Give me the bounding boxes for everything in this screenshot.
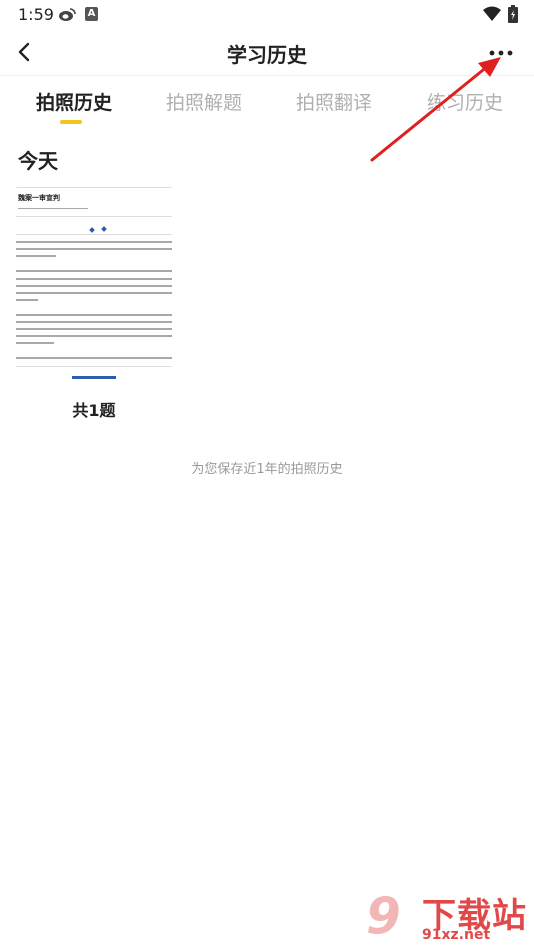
app-a-icon: A — [85, 7, 98, 21]
status-bar: 1:59 A — [0, 0, 534, 30]
thumb-text-line — [16, 321, 172, 323]
thumb-text-line — [16, 314, 172, 316]
thumb-text-line — [16, 255, 56, 257]
thumb-text-line — [16, 278, 172, 280]
thumb-text-line — [16, 292, 172, 294]
retention-note: 为您保存近1年的拍照历史 — [191, 462, 343, 477]
battery-icon — [508, 5, 518, 23]
weibo-icon — [59, 8, 76, 21]
thumbnail-title: 魏案一审宣判 — [18, 194, 60, 202]
thumb-text-line — [16, 248, 172, 250]
thumb-text-line — [16, 335, 172, 337]
wifi-icon — [483, 6, 501, 21]
section-heading: 今天 — [18, 149, 58, 173]
thumb-text-line — [16, 299, 38, 301]
thumb-text-line — [16, 270, 172, 272]
history-item-thumbnail[interactable]: 魏案一审宣判 — [16, 186, 172, 388]
thumb-bar — [72, 376, 116, 379]
document-thumbnail-image: 魏案一审宣判 — [16, 186, 172, 388]
thumb-text-line — [16, 328, 172, 330]
thumb-text-line — [16, 357, 172, 359]
thumb-divider — [16, 187, 172, 188]
thumb-text-line — [16, 241, 172, 243]
site-watermark-logo: 9 下载站 91xz.net — [362, 885, 534, 950]
tab-photo-history[interactable]: 拍照历史 — [36, 88, 112, 115]
thumb-dot — [89, 227, 95, 233]
question-count: 共1题 — [72, 401, 116, 420]
thumb-divider — [16, 216, 172, 217]
thumb-divider — [16, 366, 172, 367]
thumb-dot — [101, 226, 107, 232]
thumb-text-line — [16, 342, 54, 344]
thumb-meta-line — [18, 208, 88, 209]
thumb-text-line — [16, 285, 172, 287]
thumb-divider — [16, 234, 172, 235]
watermark-number: 9 — [366, 887, 401, 945]
active-tab-indicator — [60, 120, 82, 124]
annotation-arrow-icon — [370, 57, 501, 162]
status-time: 1:59 — [18, 5, 54, 24]
watermark-url: 91xz.net — [422, 927, 491, 943]
tab-photo-solve[interactable]: 拍照解题 — [166, 88, 242, 115]
